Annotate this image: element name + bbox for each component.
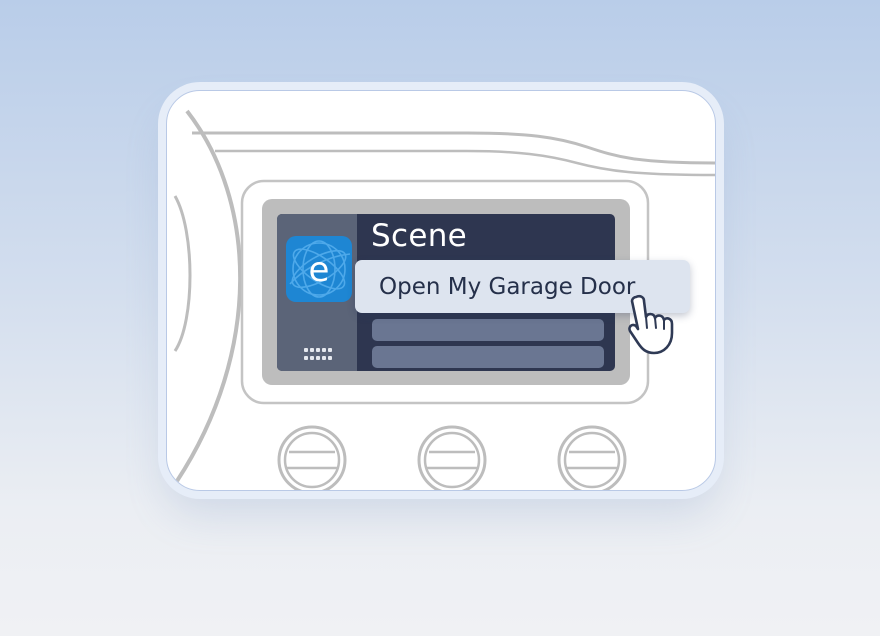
screen-title: Scene [371, 218, 468, 254]
ewelink-app-icon[interactable]: e [286, 236, 352, 302]
menu-item-placeholder[interactable] [372, 319, 604, 341]
svg-text:e: e [309, 250, 330, 290]
pointer-hand-icon [628, 294, 674, 355]
knob-center [417, 425, 487, 490]
apps-grid-icon[interactable] [303, 348, 333, 361]
globe-pattern: e [289, 240, 351, 298]
knob-left [277, 425, 347, 490]
screen-sidebar: e [277, 214, 357, 371]
menu-item-placeholder[interactable] [372, 346, 604, 368]
scene-button-label: Open My Garage Door [379, 273, 636, 300]
knob-right [557, 425, 627, 490]
